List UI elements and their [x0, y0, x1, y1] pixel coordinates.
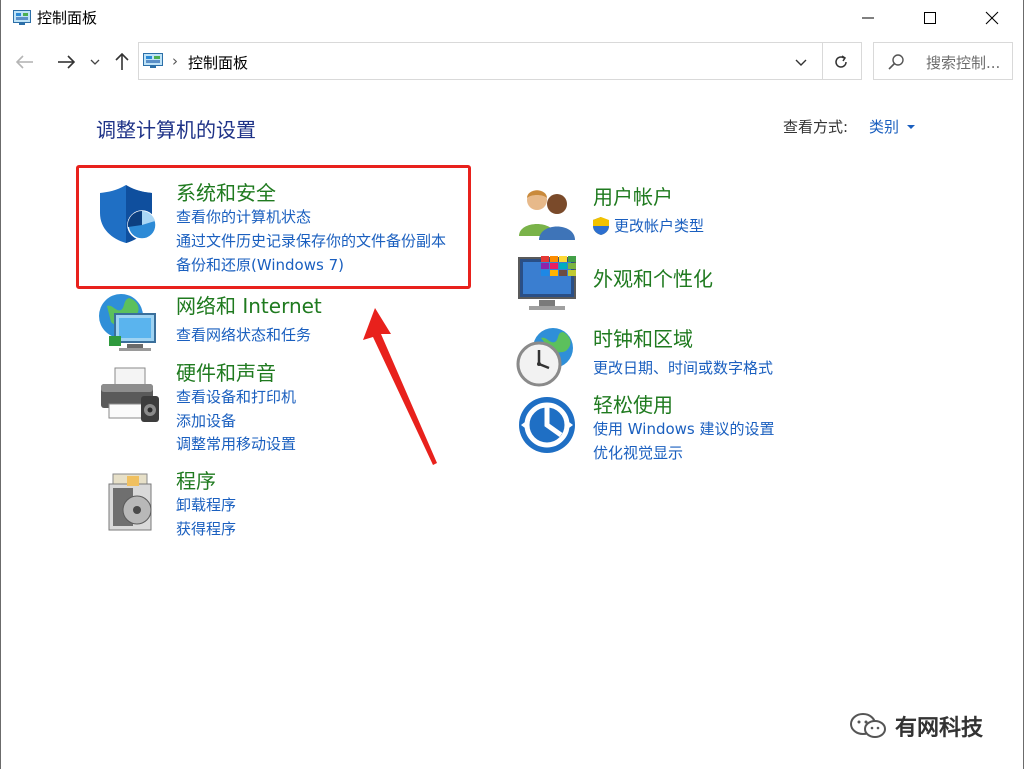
- refresh-icon: [835, 55, 847, 68]
- breadcrumb-control-panel[interactable]: 控制面板: [188, 52, 248, 73]
- arrow-up-icon: [115, 53, 129, 70]
- view-by-label: 查看方式:: [783, 118, 849, 136]
- category-title-network-internet[interactable]: 网络和 Internet: [176, 293, 322, 319]
- address-bar[interactable]: › 控制面板: [138, 42, 862, 80]
- address-history-button[interactable]: [789, 52, 813, 72]
- watermark: 有网科技: [849, 706, 1009, 742]
- category-title-ease-of-access[interactable]: 轻松使用: [593, 392, 673, 418]
- ease-of-access-icon[interactable]: [517, 395, 577, 455]
- programs-icon[interactable]: [105, 472, 159, 532]
- arrow-right-icon: [58, 55, 75, 69]
- recent-locations-button[interactable]: [87, 50, 103, 74]
- category-title-appearance[interactable]: 外观和个性化: [593, 266, 713, 292]
- window-title: 控制面板: [37, 9, 98, 27]
- chevron-down-icon: [795, 59, 807, 66]
- control-panel-app-icon: [13, 10, 31, 25]
- printer-icon[interactable]: [97, 366, 161, 426]
- search-icon: [888, 54, 904, 70]
- watermark-text: 有网科技: [895, 716, 984, 741]
- network-globe-icon[interactable]: [97, 292, 161, 356]
- category-title-user-accounts[interactable]: 用户帐户: [593, 184, 673, 210]
- category-title-programs[interactable]: 程序: [176, 468, 216, 494]
- minimize-icon: [862, 17, 874, 19]
- link-mobility-settings[interactable]: 调整常用移动设置: [176, 433, 296, 455]
- refresh-button[interactable]: [829, 50, 853, 74]
- maximize-button[interactable]: [899, 0, 961, 36]
- title-bar[interactable]: 控制面板: [1, 0, 1023, 36]
- page-title: 调整计算机的设置: [96, 118, 256, 142]
- link-change-account-type[interactable]: 更改帐户类型: [614, 215, 704, 237]
- red-arrow-annotation: [363, 308, 437, 465]
- link-get-programs[interactable]: 获得程序: [176, 518, 236, 540]
- link-network-status-tasks[interactable]: 查看网络状态和任务: [176, 324, 311, 346]
- close-icon: [985, 11, 999, 25]
- search-input[interactable]: 搜索控制...: [926, 52, 1000, 73]
- link-uninstall-program[interactable]: 卸载程序: [176, 494, 236, 516]
- minimize-button[interactable]: [837, 0, 899, 36]
- link-windows-suggested-settings[interactable]: 使用 Windows 建议的设置: [593, 418, 775, 440]
- close-button[interactable]: [961, 0, 1023, 36]
- link-devices-printers[interactable]: 查看设备和打印机: [176, 386, 296, 408]
- navigation-bar: › 控制面板 搜索控制...: [1, 36, 1023, 86]
- search-box[interactable]: 搜索控制...: [873, 42, 1013, 80]
- address-divider: [822, 43, 823, 79]
- link-date-time-format[interactable]: 更改日期、时间或数字格式: [593, 357, 773, 379]
- link-optimize-visual-display[interactable]: 优化视觉显示: [593, 442, 683, 464]
- chevron-down-icon: [90, 59, 100, 65]
- clock-globe-icon[interactable]: [515, 326, 579, 388]
- caret-down-icon[interactable]: [907, 125, 915, 129]
- forward-button[interactable]: [54, 50, 78, 74]
- view-by-dropdown[interactable]: 类别: [869, 116, 899, 137]
- wechat-logo-icon: [850, 713, 886, 738]
- arrow-left-icon: [16, 55, 33, 69]
- control-panel-window: 控制面板 › 控制面板 搜索控制... 调整计算机的设置 查看方式: 类别 系统…: [0, 0, 1024, 769]
- category-title-clock-region[interactable]: 时钟和区域: [593, 326, 693, 352]
- link-add-device[interactable]: 添加设备: [176, 410, 236, 432]
- up-button[interactable]: [110, 50, 134, 74]
- back-button[interactable]: [13, 50, 37, 74]
- users-icon[interactable]: [517, 186, 577, 240]
- appearance-icon[interactable]: [517, 254, 579, 314]
- breadcrumb-separator[interactable]: ›: [172, 52, 178, 70]
- uac-shield-icon: [593, 217, 609, 235]
- highlight-box: [76, 165, 471, 289]
- category-title-hardware-sound[interactable]: 硬件和声音: [176, 360, 276, 386]
- maximize-icon: [924, 12, 936, 24]
- control-panel-icon: [143, 53, 163, 68]
